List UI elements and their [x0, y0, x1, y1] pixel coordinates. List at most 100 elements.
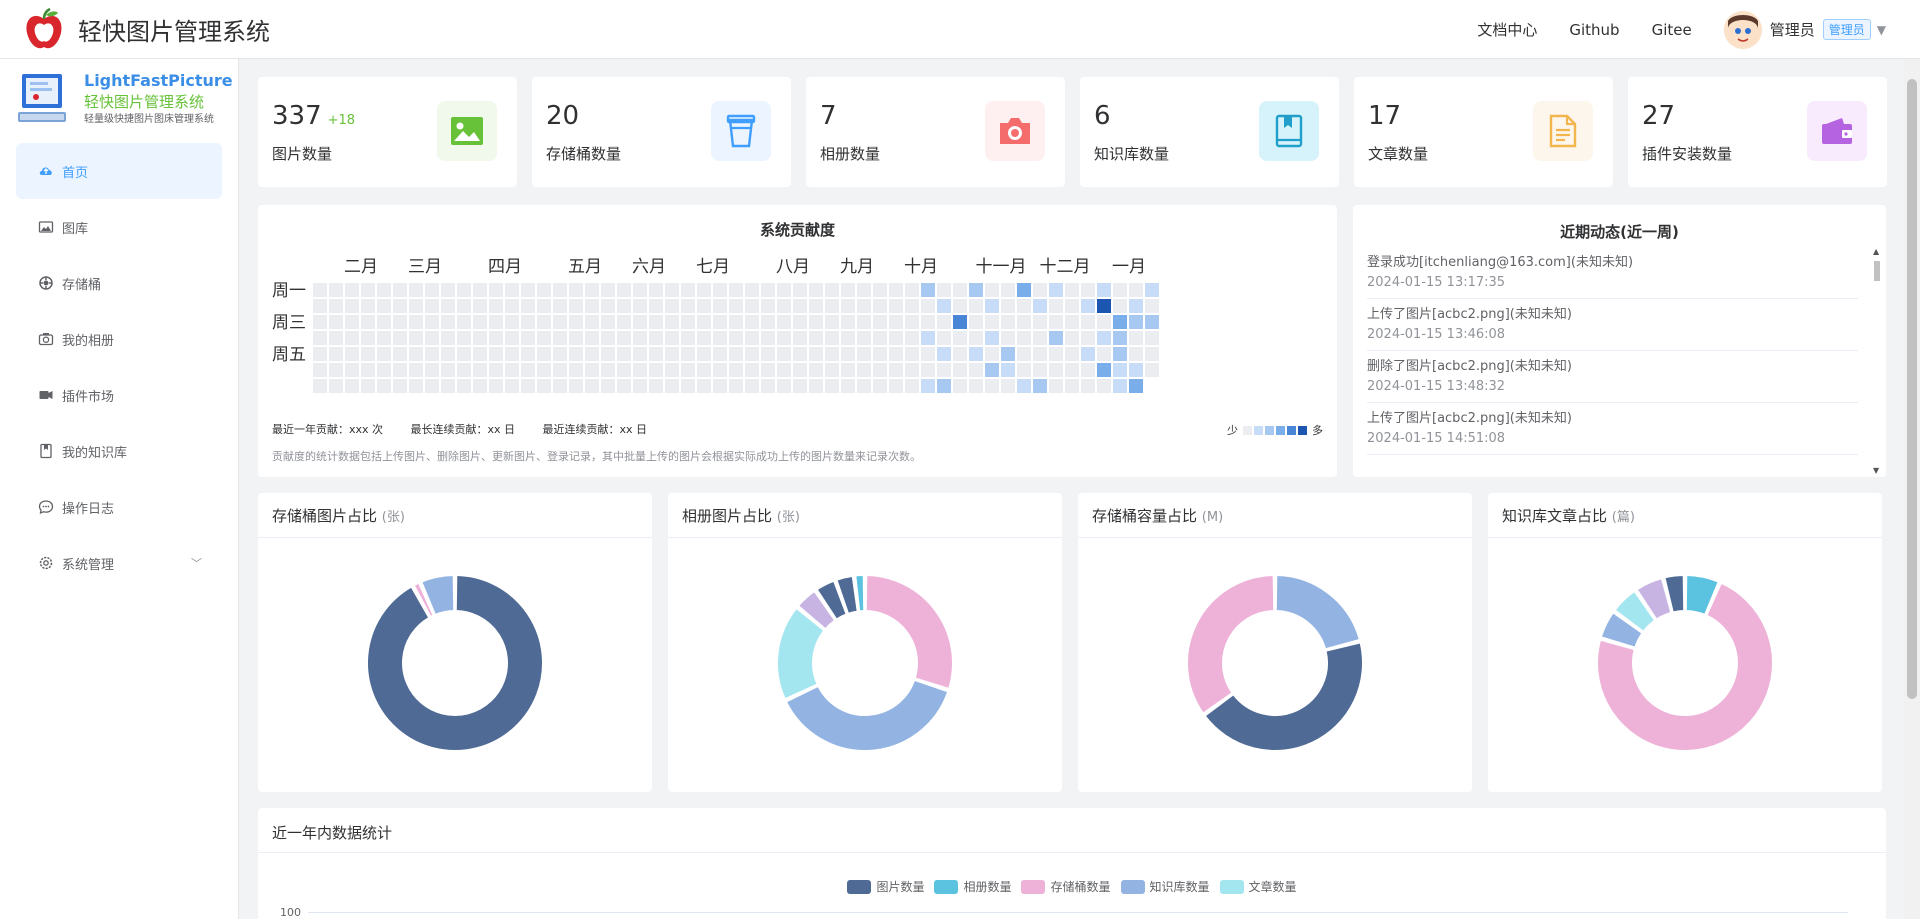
- heatmap-cell[interactable]: [393, 347, 407, 361]
- heatmap-cell[interactable]: [953, 283, 967, 297]
- heatmap-cell[interactable]: [889, 379, 903, 393]
- heatmap-cell[interactable]: [681, 283, 695, 297]
- heatmap-cell[interactable]: [649, 379, 663, 393]
- heatmap-cell[interactable]: [393, 315, 407, 329]
- heatmap-cell[interactable]: [921, 347, 935, 361]
- heatmap-cell[interactable]: [377, 283, 391, 297]
- heatmap-cell[interactable]: [569, 315, 583, 329]
- heatmap-cell[interactable]: [345, 363, 359, 377]
- heatmap-cell[interactable]: [569, 347, 583, 361]
- heatmap-cell[interactable]: [841, 315, 855, 329]
- heatmap-cell[interactable]: [793, 331, 807, 345]
- heatmap-cell[interactable]: [1017, 299, 1031, 313]
- heatmap-cell[interactable]: [345, 299, 359, 313]
- heatmap-cell[interactable]: [713, 331, 727, 345]
- heatmap-cell[interactable]: [329, 331, 343, 345]
- heatmap-cell[interactable]: [489, 283, 503, 297]
- heatmap-cell[interactable]: [873, 283, 887, 297]
- heatmap-cell[interactable]: [1097, 331, 1111, 345]
- sidebar-item-home[interactable]: 首页: [16, 143, 222, 199]
- heatmap-cell[interactable]: [889, 315, 903, 329]
- heatmap-cell[interactable]: [313, 283, 327, 297]
- heatmap-cell[interactable]: [745, 363, 759, 377]
- heatmap-cell[interactable]: [1145, 315, 1159, 329]
- heatmap-cell[interactable]: [1113, 299, 1127, 313]
- heatmap-cell[interactable]: [1017, 315, 1031, 329]
- heatmap-cell[interactable]: [1017, 347, 1031, 361]
- heatmap-cell[interactable]: [697, 363, 711, 377]
- heatmap-cell[interactable]: [873, 363, 887, 377]
- heatmap-cell[interactable]: [873, 379, 887, 393]
- heatmap-cell[interactable]: [969, 379, 983, 393]
- heatmap-cell[interactable]: [937, 283, 951, 297]
- heatmap-cell[interactable]: [473, 379, 487, 393]
- heatmap-cell[interactable]: [537, 299, 551, 313]
- heatmap-cell[interactable]: [889, 347, 903, 361]
- heatmap-cell[interactable]: [729, 379, 743, 393]
- heatmap-cell[interactable]: [361, 315, 375, 329]
- heatmap-cell[interactable]: [761, 315, 775, 329]
- heatmap-cell[interactable]: [1001, 331, 1015, 345]
- heatmap-cell[interactable]: [985, 315, 999, 329]
- heatmap-cell[interactable]: [361, 331, 375, 345]
- heatmap-cell[interactable]: [633, 331, 647, 345]
- heatmap-cell[interactable]: [1065, 299, 1079, 313]
- heatmap-cell[interactable]: [873, 315, 887, 329]
- heatmap-cell[interactable]: [409, 331, 423, 345]
- donut-slice[interactable]: [1274, 574, 1361, 651]
- heatmap-cell[interactable]: [937, 347, 951, 361]
- heatmap-cell[interactable]: [1049, 347, 1063, 361]
- heatmap-cell[interactable]: [985, 347, 999, 361]
- heatmap-cell[interactable]: [1097, 379, 1111, 393]
- heatmap-cell[interactable]: [969, 299, 983, 313]
- heatmap-cell[interactable]: [1113, 363, 1127, 377]
- heatmap-cell[interactable]: [537, 347, 551, 361]
- heatmap-cell[interactable]: [489, 379, 503, 393]
- heatmap-cell[interactable]: [1145, 299, 1159, 313]
- heatmap-cell[interactable]: [345, 283, 359, 297]
- heatmap-cell[interactable]: [1097, 299, 1111, 313]
- heatmap-cell[interactable]: [377, 315, 391, 329]
- heatmap-cell[interactable]: [457, 379, 471, 393]
- heatmap-cell[interactable]: [489, 347, 503, 361]
- heatmap-cell[interactable]: [825, 315, 839, 329]
- heatmap-cell[interactable]: [505, 315, 519, 329]
- heatmap-cell[interactable]: [697, 283, 711, 297]
- heatmap-cell[interactable]: [521, 347, 535, 361]
- heatmap-cell[interactable]: [1145, 347, 1159, 361]
- heatmap-cell[interactable]: [505, 347, 519, 361]
- heatmap-cell[interactable]: [1113, 315, 1127, 329]
- heatmap-cell[interactable]: [1081, 283, 1095, 297]
- nav-docs-link[interactable]: 文档中心: [1477, 19, 1537, 40]
- heatmap-cell[interactable]: [793, 379, 807, 393]
- heatmap-cell[interactable]: [585, 299, 599, 313]
- heatmap-cell[interactable]: [745, 299, 759, 313]
- heatmap-cell[interactable]: [793, 315, 807, 329]
- heatmap-cell[interactable]: [1129, 283, 1143, 297]
- heatmap-cell[interactable]: [729, 363, 743, 377]
- heatmap-cell[interactable]: [1081, 363, 1095, 377]
- heatmap-cell[interactable]: [665, 363, 679, 377]
- heatmap-cell[interactable]: [1049, 299, 1063, 313]
- heatmap-cell[interactable]: [937, 315, 951, 329]
- heatmap-cell[interactable]: [377, 363, 391, 377]
- heatmap-cell[interactable]: [537, 331, 551, 345]
- heatmap-cell[interactable]: [681, 331, 695, 345]
- heatmap-cell[interactable]: [1145, 331, 1159, 345]
- heatmap-cell[interactable]: [649, 299, 663, 313]
- heatmap-cell[interactable]: [521, 363, 535, 377]
- heatmap-cell[interactable]: [905, 331, 919, 345]
- heatmap-cell[interactable]: [953, 299, 967, 313]
- heatmap-cell[interactable]: [777, 315, 791, 329]
- heatmap-cell[interactable]: [457, 283, 471, 297]
- heatmap-cell[interactable]: [313, 315, 327, 329]
- heatmap-cell[interactable]: [761, 299, 775, 313]
- heatmap-cell[interactable]: [601, 299, 615, 313]
- heatmap-cell[interactable]: [873, 299, 887, 313]
- heatmap-cell[interactable]: [1049, 363, 1063, 377]
- heatmap-cell[interactable]: [665, 315, 679, 329]
- heatmap-cell[interactable]: [761, 283, 775, 297]
- heatmap-cell[interactable]: [329, 283, 343, 297]
- heatmap-cell[interactable]: [1129, 315, 1143, 329]
- heatmap-cell[interactable]: [1033, 347, 1047, 361]
